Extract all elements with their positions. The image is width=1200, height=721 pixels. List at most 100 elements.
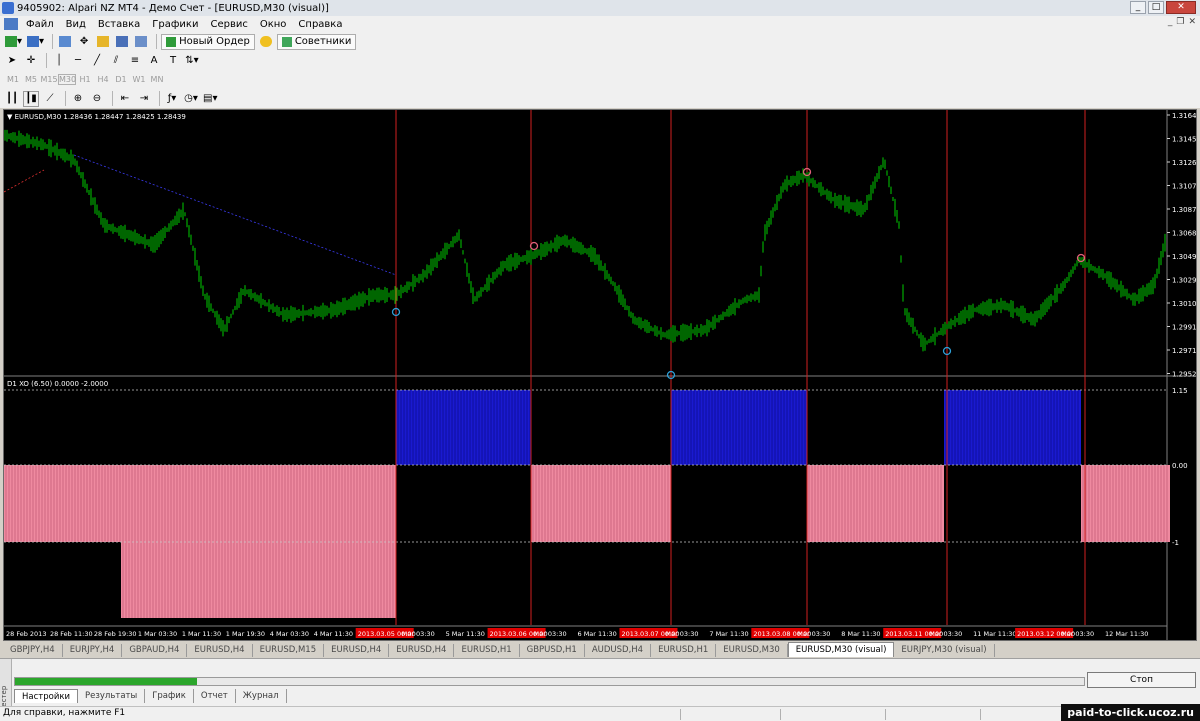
chart-tab[interactable]: EURUSD,H4: [187, 644, 253, 657]
indicator-axis-label: 1.15: [1172, 387, 1188, 395]
indicators-icon[interactable]: ƒ▾: [164, 91, 180, 107]
time-axis-label: Mar 03:30: [1061, 630, 1094, 638]
profiles-icon[interactable]: ▾: [26, 34, 45, 50]
fibonacci-icon[interactable]: ≡: [127, 53, 143, 69]
tester-tabs: Настройки Результаты График Отчет Журнал: [14, 689, 287, 703]
timeframe-h4[interactable]: H4: [94, 75, 112, 84]
cursor-icon[interactable]: ➤: [4, 53, 20, 69]
stop-button[interactable]: Стоп: [1087, 672, 1196, 688]
arrows-icon[interactable]: ⇅▾: [184, 53, 200, 69]
new-order-button[interactable]: Новый Ордер: [161, 33, 255, 50]
timeframe-m30[interactable]: M30: [58, 74, 76, 85]
time-axis-label: Mar 03:30: [797, 630, 830, 638]
chart-window-icon[interactable]: [4, 18, 18, 30]
timeframe-d1[interactable]: D1: [112, 75, 130, 84]
chart-tab[interactable]: GBPJPY,H4: [3, 644, 63, 657]
chart-tab[interactable]: GBPUSD,H1: [520, 644, 585, 657]
new-chart-icon[interactable]: ▾: [4, 34, 23, 50]
experts-icon: [281, 36, 292, 47]
price-axis-label: 1.31645: [1172, 112, 1196, 120]
line-studies-toolbar: ➤ ✛ │ ─ ╱ ⫽ ≡ A T ⇅▾: [0, 51, 1200, 70]
mdi-restore-icon[interactable]: ❐: [1176, 17, 1184, 27]
chart-tab[interactable]: GBPAUD,H4: [122, 644, 188, 657]
menu-view[interactable]: Вид: [60, 19, 92, 30]
navigator-icon[interactable]: [95, 34, 111, 50]
horizontal-line-icon[interactable]: ─: [70, 53, 86, 69]
chart-shift-icon[interactable]: ⇥: [136, 91, 152, 107]
templates-icon[interactable]: ▤▾: [202, 91, 218, 107]
tab-results[interactable]: Результаты: [78, 689, 146, 703]
chart-tabs: GBPJPY,H4 EURJPY,H4 GBPAUD,H4 EURUSD,H4 EURU…: [3, 641, 1197, 657]
tab-report[interactable]: Отчет: [194, 689, 236, 703]
watermark-text: paid-to-click.ucoz.ru: [1061, 704, 1200, 721]
price-axis-label: 1.29910: [1172, 324, 1196, 332]
chart-tab[interactable]: AUDUSD,H4: [585, 644, 652, 657]
timeframe-mn[interactable]: MN: [148, 75, 166, 84]
price-chart[interactable]: 1.31645 1.31455 1.31260 1.31070 1.30875 1.306…: [3, 110, 1200, 640]
maximize-icon[interactable]: □: [1148, 1, 1164, 14]
chart-tab[interactable]: EURUSD,H1: [651, 644, 717, 657]
periods-icon[interactable]: ◷▾: [183, 91, 199, 107]
menu-insert[interactable]: Вставка: [92, 19, 146, 30]
time-axis-label: 5 Mar 11:30: [446, 630, 485, 638]
chart-tab[interactable]: EURUSD,M15: [253, 644, 325, 657]
vertical-line-icon[interactable]: │: [51, 53, 67, 69]
bar-chart-icon[interactable]: ┃┃: [4, 91, 20, 107]
channel-icon[interactable]: ⫽: [108, 53, 124, 69]
metaeditor-icon[interactable]: [258, 34, 274, 50]
candlestick-icon[interactable]: ┃▮: [23, 90, 39, 107]
chart-tab[interactable]: EURUSD,M30: [716, 644, 788, 657]
trendline-icon[interactable]: ╱: [89, 53, 105, 69]
time-axis-label: 8 Mar 11:30: [841, 630, 880, 638]
text-label-tool[interactable]: T: [165, 53, 181, 69]
experts-button[interactable]: Советники: [276, 33, 357, 50]
app-icon: [2, 2, 14, 14]
menu-window[interactable]: Окно: [254, 19, 293, 30]
time-axis-label: 11 Mar 11:30: [973, 630, 1016, 638]
market-watch-icon[interactable]: [57, 34, 73, 50]
price-axis-label: 1.31260: [1172, 159, 1196, 167]
timeframe-m5[interactable]: M5: [22, 75, 40, 84]
tab-journal[interactable]: Журнал: [236, 689, 287, 703]
window-title: 9405902: Alpari NZ MT4 - Демо Счет - [EU…: [17, 2, 329, 14]
terminal-icon[interactable]: [114, 34, 130, 50]
close-icon[interactable]: ✕: [1166, 1, 1196, 14]
new-order-label: Новый Ордер: [179, 36, 250, 47]
menu-help[interactable]: Справка: [292, 19, 348, 30]
chart-tab[interactable]: EURUSD,H4: [389, 644, 455, 657]
timeframe-w1[interactable]: W1: [130, 75, 148, 84]
tab-settings[interactable]: Настройки: [14, 689, 79, 703]
zoom-out-icon[interactable]: ⊖: [89, 91, 105, 107]
minimize-icon[interactable]: _: [1130, 1, 1146, 14]
time-axis-label: 28 Feb 19:30: [94, 630, 137, 638]
strategy-tester-icon[interactable]: [133, 34, 149, 50]
menu-file[interactable]: Файл: [20, 19, 60, 30]
chart-tab[interactable]: EURUSD,H4: [324, 644, 390, 657]
timeframe-m15[interactable]: M15: [40, 75, 58, 84]
chart-tab[interactable]: EURJPY,M30 (visual): [894, 644, 995, 657]
chart-tab[interactable]: EURUSD,H1: [454, 644, 520, 657]
price-axis-label: 1.30490: [1172, 253, 1196, 261]
mdi-minimize-icon[interactable]: _: [1168, 17, 1173, 27]
menu-tools[interactable]: Сервис: [204, 19, 253, 30]
auto-scroll-icon[interactable]: ⇤: [117, 91, 133, 107]
chart-tab[interactable]: EURJPY,H4: [63, 644, 123, 657]
menu-charts[interactable]: Графики: [146, 19, 204, 30]
indicator-header: D1 XO (6.50) 0.0000 -2.0000: [7, 380, 108, 388]
chart-window[interactable]: 1.31645 1.31455 1.31260 1.31070 1.30875 1.306…: [3, 109, 1200, 641]
signal-marker: [529, 241, 539, 251]
text-tool[interactable]: A: [146, 53, 162, 69]
line-chart-icon[interactable]: ⟋: [42, 91, 58, 107]
chart-tab[interactable]: EURUSD,M30 (visual): [787, 642, 895, 657]
timeframe-m1[interactable]: M1: [4, 75, 22, 84]
crosshair-icon[interactable]: ✛: [23, 53, 39, 69]
zoom-in-icon[interactable]: ⊕: [70, 91, 86, 107]
timeframe-h1[interactable]: H1: [76, 75, 94, 84]
time-axis-label: 7 Mar 11:30: [709, 630, 748, 638]
price-axis-label: 1.29715: [1172, 347, 1196, 355]
tab-graph[interactable]: График: [145, 689, 194, 703]
window-controls: _ □ ✕: [1130, 1, 1196, 14]
mdi-close-icon[interactable]: ✕: [1188, 17, 1196, 27]
data-window-icon[interactable]: ✥: [76, 34, 92, 50]
time-axis-label: 1 Mar 11:30: [182, 630, 221, 638]
